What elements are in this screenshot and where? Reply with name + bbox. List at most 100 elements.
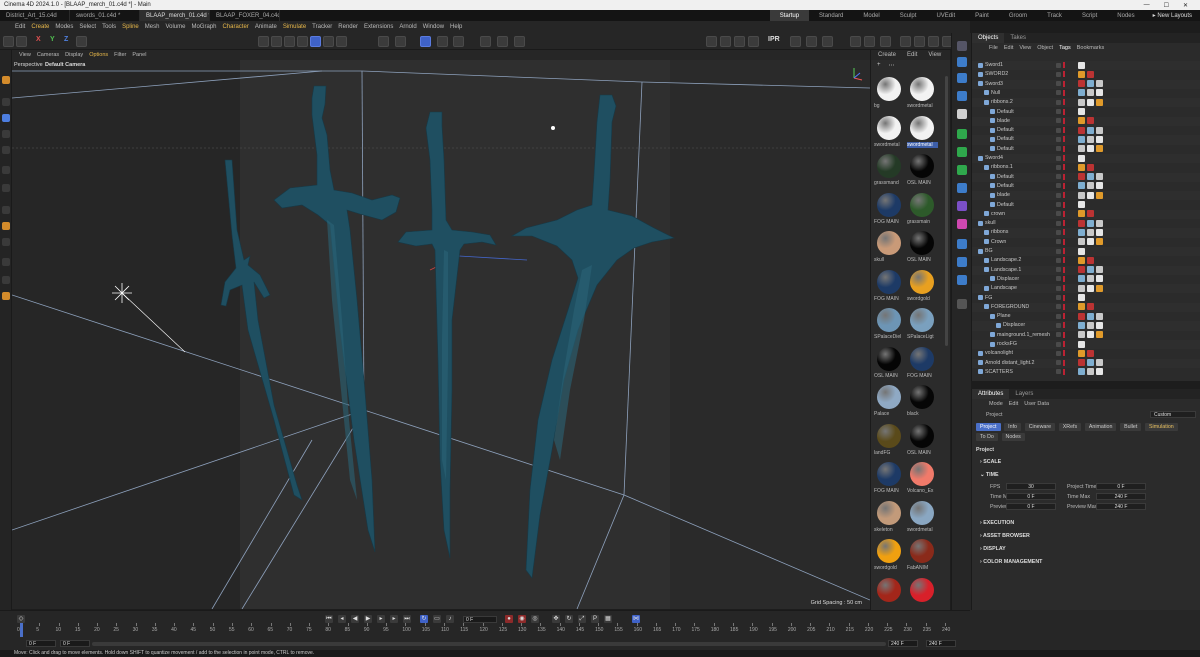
object-row[interactable]: Default bbox=[972, 172, 1200, 182]
object-tag-icon[interactable] bbox=[1087, 98, 1094, 106]
preview-max-field[interactable]: 240 F bbox=[1096, 503, 1146, 510]
render-dots-icon[interactable] bbox=[1063, 331, 1066, 338]
material-swatch[interactable]: swordmetal bbox=[906, 500, 939, 538]
object-name[interactable]: SCATTERS bbox=[985, 369, 1013, 375]
workplane-icon[interactable] bbox=[395, 36, 406, 47]
object-name[interactable]: Default bbox=[997, 202, 1014, 208]
visibility-toggle[interactable] bbox=[1056, 202, 1061, 207]
object-row[interactable]: blade bbox=[972, 191, 1200, 201]
loop-icon[interactable]: ↻ bbox=[420, 615, 428, 623]
cube-primitive-icon[interactable] bbox=[957, 57, 967, 67]
mesh-mode-icon[interactable] bbox=[271, 36, 282, 47]
material-swatch[interactable]: swordgold bbox=[906, 269, 939, 307]
points-mode-icon[interactable] bbox=[284, 36, 295, 47]
object-tag-icon[interactable] bbox=[1087, 219, 1094, 227]
object-tag-icon[interactable] bbox=[1096, 228, 1103, 236]
object-row[interactable]: blade bbox=[972, 116, 1200, 127]
key-rotation-icon[interactable]: ↻ bbox=[565, 615, 573, 623]
3d-viewport[interactable]: Perspective Default Camera Grid Spacing … bbox=[12, 60, 870, 609]
object-tag-icon[interactable] bbox=[1096, 368, 1103, 376]
knife-icon[interactable] bbox=[2, 184, 10, 192]
object-name[interactable]: ribbons.2 bbox=[991, 99, 1013, 105]
section-asset-browser[interactable]: › ASSET BROWSER bbox=[980, 533, 1030, 539]
menu-mograph[interactable]: MoGraph bbox=[188, 24, 219, 30]
render-dots-icon[interactable] bbox=[1063, 294, 1066, 301]
render-dots-icon[interactable] bbox=[1063, 322, 1066, 329]
visibility-toggle[interactable] bbox=[1056, 71, 1061, 77]
cursor-icon[interactable] bbox=[2, 98, 10, 106]
soft-select-icon[interactable] bbox=[437, 36, 448, 47]
brush-icon[interactable] bbox=[2, 206, 10, 214]
render-dots-icon[interactable] bbox=[1063, 155, 1066, 161]
smooth-icon[interactable] bbox=[2, 238, 10, 246]
visibility-toggle[interactable] bbox=[1056, 341, 1061, 347]
material-swatch[interactable]: OSL MAIN bbox=[906, 230, 939, 268]
preview-min-frame-field[interactable]: 0 F bbox=[60, 640, 90, 647]
camera-icon[interactable] bbox=[850, 36, 861, 47]
render-dots-icon[interactable] bbox=[1063, 210, 1066, 217]
material-swatch[interactable]: grassmain bbox=[906, 192, 939, 230]
layout-startup[interactable]: Startup bbox=[769, 10, 810, 21]
coordinate-system-icon[interactable] bbox=[76, 36, 87, 47]
cube-icon[interactable] bbox=[706, 36, 717, 47]
material-swatch[interactable]: SPalaceDiel bbox=[873, 307, 906, 345]
object-row[interactable]: Plane bbox=[972, 312, 1200, 321]
object-tag-icon[interactable] bbox=[1087, 266, 1094, 274]
render-dots-icon[interactable] bbox=[1063, 248, 1066, 254]
visibility-toggle[interactable] bbox=[1056, 285, 1061, 291]
object-name[interactable]: Plane bbox=[997, 313, 1011, 319]
material-swatch[interactable]: OSL MAIN bbox=[906, 153, 939, 191]
object-tag-icon[interactable] bbox=[1078, 173, 1085, 181]
visibility-toggle[interactable] bbox=[1056, 332, 1061, 338]
menu-edit[interactable]: Edit bbox=[12, 24, 28, 30]
playhead[interactable] bbox=[20, 623, 23, 637]
project-time-field[interactable]: 0 F bbox=[1096, 483, 1146, 490]
interpolation-icon[interactable]: ⋈ bbox=[632, 615, 640, 623]
object-tag-icon[interactable] bbox=[1078, 182, 1085, 190]
current-frame-field[interactable]: 0 F bbox=[463, 616, 497, 623]
object-tag-icon[interactable] bbox=[1096, 89, 1103, 97]
subtab-bullet[interactable]: Bullet bbox=[1120, 423, 1142, 431]
render-dots-icon[interactable] bbox=[1063, 257, 1066, 264]
render-dots-icon[interactable] bbox=[1063, 368, 1066, 375]
menu-window[interactable]: Window bbox=[420, 24, 447, 30]
record-icon[interactable]: ● bbox=[505, 615, 513, 623]
object-row[interactable]: Default bbox=[972, 145, 1200, 154]
object-tag-icon[interactable] bbox=[1096, 126, 1103, 134]
object-row[interactable]: FOREGROUND bbox=[972, 302, 1200, 313]
object-tag-icon[interactable] bbox=[1078, 70, 1085, 78]
render-dots-icon[interactable] bbox=[1063, 201, 1066, 208]
render-dots-icon[interactable] bbox=[1063, 71, 1066, 78]
object-tag-icon[interactable] bbox=[1096, 145, 1103, 153]
key-scale-icon[interactable]: ⤢ bbox=[578, 615, 586, 623]
prev-frame-icon[interactable]: ◀ bbox=[351, 615, 359, 623]
obj-menu-view[interactable]: View bbox=[1016, 45, 1034, 51]
object-tag-icon[interactable] bbox=[1096, 219, 1103, 227]
material-swatch[interactable]: Volcano_Ex bbox=[906, 461, 939, 499]
clapper-icon[interactable] bbox=[914, 36, 925, 47]
mat-menu-view[interactable]: View bbox=[925, 52, 944, 58]
visibility-toggle[interactable] bbox=[1056, 276, 1061, 282]
menu-help[interactable]: Help bbox=[447, 24, 465, 30]
object-tag-icon[interactable] bbox=[1078, 340, 1085, 348]
render-dots-icon[interactable] bbox=[1063, 350, 1066, 357]
attr-menu-userdata[interactable]: User Data bbox=[1021, 401, 1052, 407]
arnold-render-icon[interactable] bbox=[790, 36, 801, 47]
object-tag-icon[interactable] bbox=[1096, 182, 1103, 190]
subtab-project[interactable]: Project bbox=[976, 423, 1001, 431]
material-swatch[interactable]: skeleton bbox=[873, 500, 906, 538]
object-name[interactable]: Default bbox=[997, 109, 1014, 115]
visibility-toggle[interactable] bbox=[1056, 220, 1061, 226]
axis-x-toggle[interactable]: X bbox=[36, 36, 41, 47]
key-position-icon[interactable]: ✥ bbox=[552, 615, 560, 623]
menu-tools[interactable]: Tools bbox=[99, 24, 119, 30]
object-name[interactable]: Displacer bbox=[997, 276, 1019, 282]
object-name[interactable]: Default bbox=[997, 127, 1014, 133]
menu-character[interactable]: Character bbox=[219, 24, 251, 30]
object-row[interactable]: Landscape.2 bbox=[972, 256, 1200, 265]
mat-menu-edit[interactable]: Edit bbox=[904, 52, 920, 58]
text-icon[interactable] bbox=[957, 109, 967, 119]
visibility-toggle[interactable] bbox=[1056, 313, 1061, 319]
attr-menu-edit[interactable]: Edit bbox=[1006, 401, 1021, 407]
object-tag-icon[interactable] bbox=[1087, 359, 1094, 367]
